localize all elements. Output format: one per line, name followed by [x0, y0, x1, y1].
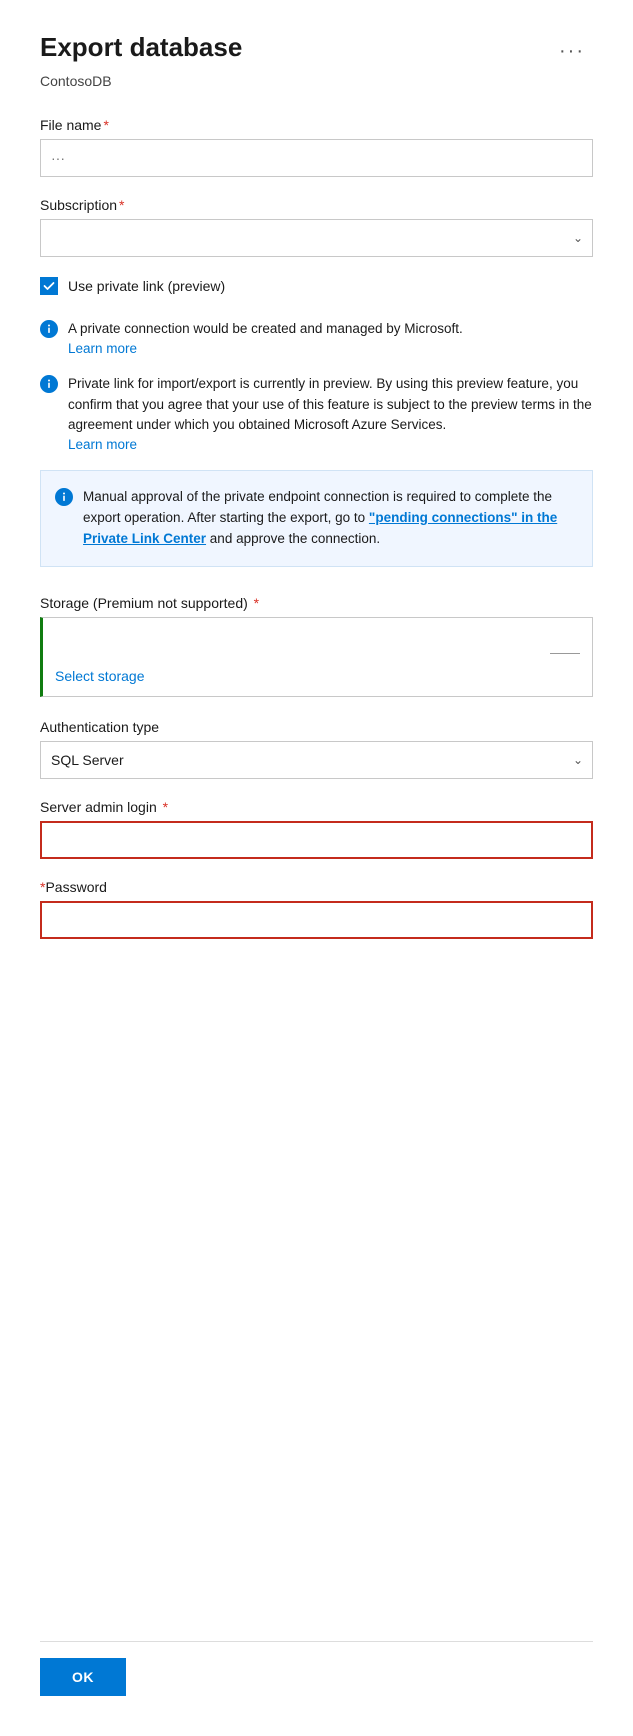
server-login-input[interactable]: [40, 821, 593, 859]
info-block-2: Private link for import/export is curren…: [40, 374, 593, 452]
subscription-section: Subscription* ⌄: [40, 197, 593, 257]
password-input[interactable]: [40, 901, 593, 939]
notice-info-icon: [55, 488, 73, 550]
file-name-required: *: [103, 117, 108, 133]
subscription-required: *: [119, 197, 124, 213]
server-login-label: Server admin login *: [40, 799, 593, 815]
private-link-row[interactable]: Use private link (preview): [40, 277, 593, 295]
password-label: *Password: [40, 879, 593, 895]
info-block-1: A private connection would be created an…: [40, 319, 593, 356]
server-login-required: *: [159, 799, 168, 815]
dots-menu[interactable]: ···: [551, 36, 593, 67]
private-link-label: Use private link (preview): [68, 278, 225, 294]
auth-type-label: Authentication type: [40, 719, 593, 735]
info-link-2[interactable]: Learn more: [68, 437, 593, 452]
panel-subtitle: ContosoDB: [40, 73, 593, 89]
auth-type-select[interactable]: SQL Server Azure Active Directory: [40, 741, 593, 779]
auth-type-select-wrapper: SQL Server Azure Active Directory ⌄: [40, 741, 593, 779]
subscription-select-wrapper: ⌄: [40, 219, 593, 257]
ok-button[interactable]: OK: [40, 1658, 126, 1696]
subscription-label: Subscription*: [40, 197, 593, 213]
spacer: [40, 959, 593, 1601]
info-text-2: Private link for import/export is curren…: [68, 374, 593, 452]
storage-section: Storage (Premium not supported) * Select…: [40, 595, 593, 697]
notice-text: Manual approval of the private endpoint …: [83, 487, 576, 550]
select-storage-link[interactable]: Select storage: [55, 668, 580, 684]
file-name-input[interactable]: [40, 139, 593, 177]
info-icon-2: [40, 375, 58, 452]
info-link-1[interactable]: Learn more: [68, 341, 463, 356]
export-database-panel: Export database ··· ContosoDB File name*…: [0, 0, 633, 1736]
subscription-select[interactable]: [40, 219, 593, 257]
panel-header: Export database ···: [40, 32, 593, 67]
footer: OK: [40, 1641, 593, 1696]
storage-box: Select storage: [40, 617, 593, 697]
info-icon-1: [40, 320, 58, 356]
storage-required: *: [250, 595, 259, 611]
notice-box: Manual approval of the private endpoint …: [40, 470, 593, 567]
file-name-section: File name*: [40, 117, 593, 177]
file-name-label: File name*: [40, 117, 593, 133]
info-text-1: A private connection would be created an…: [68, 319, 463, 356]
storage-dash: [550, 653, 580, 654]
auth-type-section: Authentication type SQL Server Azure Act…: [40, 719, 593, 779]
password-section: *Password: [40, 879, 593, 939]
server-login-section: Server admin login *: [40, 799, 593, 859]
storage-label: Storage (Premium not supported) *: [40, 595, 593, 611]
private-link-checkbox[interactable]: [40, 277, 58, 295]
panel-title: Export database: [40, 32, 242, 63]
